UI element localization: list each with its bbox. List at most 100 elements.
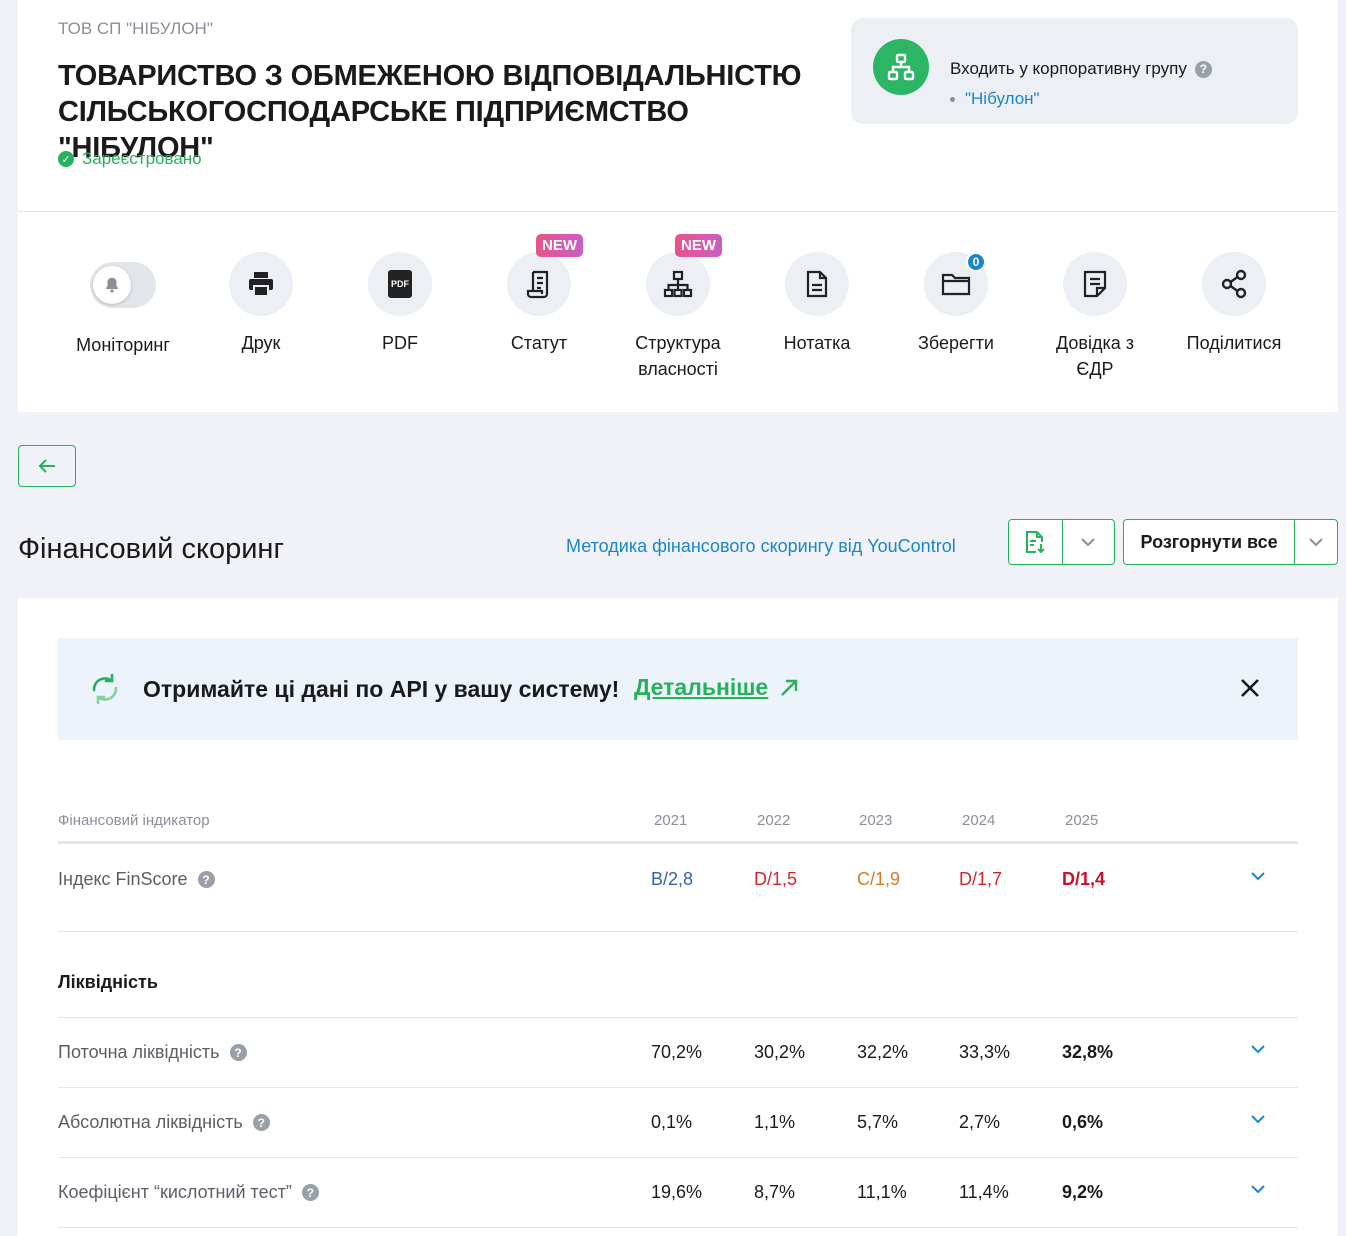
table-cell: 0,1% (651, 1112, 693, 1132)
chevron-down-icon[interactable] (1250, 1114, 1266, 1124)
help-icon[interactable]: ? (229, 1044, 247, 1061)
company-short-name: ТОВ СП "НІБУЛОН" (58, 19, 213, 38)
row-label: Індекс FinScore ? (58, 869, 215, 890)
expand-all-label: Розгорнути все (1140, 531, 1278, 552)
finscore-value: C/1,9 (857, 869, 901, 889)
expand-all-button[interactable]: Розгорнути все (1124, 520, 1294, 564)
sync-icon (88, 670, 122, 713)
financial-table: Фінансовий індикатор 2021 2022 2023 2024… (58, 810, 1298, 1228)
arrow-left-icon (38, 459, 55, 473)
action-label: Статут (510, 333, 568, 353)
edr-reference-action[interactable]: Довідка з ЄДР (1030, 252, 1160, 382)
close-button[interactable] (1238, 676, 1262, 705)
saved-count-badge: 0 (966, 252, 986, 272)
table-cell: 8,7% (754, 1182, 796, 1202)
corporate-group-item: "Нібулон" (950, 89, 1040, 109)
share-icon (1202, 252, 1266, 316)
table-cell: 11,1% (857, 1182, 907, 1202)
export-file-icon (1026, 531, 1045, 554)
action-label: PDF (382, 333, 418, 353)
table-cell: 11,4% (959, 1182, 1009, 1202)
table-row[interactable]: Абсолютна ліквідність ? 0,1% 1,1% 5,7% 2… (58, 1088, 1298, 1158)
action-label: Друк (241, 333, 281, 353)
table-cell: 9,2% (1062, 1182, 1104, 1202)
table-cell: 32,2% (857, 1042, 909, 1062)
methodology-link[interactable]: Методика фінансового скорингу від YouCon… (566, 536, 956, 557)
action-label: Моніторинг (76, 335, 170, 355)
monitoring-action[interactable]: Моніторинг (58, 252, 188, 358)
table-header: Фінансовий індикатор 2021 2022 2023 2024… (58, 810, 1298, 844)
note-action[interactable]: Нотатка (752, 252, 882, 356)
table-row-finscore[interactable]: Індекс FinScore ? B/2,8 D/1,5 C/1,9 D/1,… (58, 844, 1298, 932)
section-row-liquidity: Ліквідність (58, 932, 1298, 1018)
api-details-label: Детальніше (634, 674, 769, 700)
action-bar: Моніторинг Друк PDF PDF NEW Статут NEW С… (58, 234, 1299, 392)
ownership-structure-action[interactable]: NEW Структура власності (613, 234, 743, 382)
action-label: Структура власності (635, 333, 721, 379)
export-button[interactable] (1009, 520, 1062, 564)
bell-icon (93, 266, 131, 304)
table-row[interactable]: Поточна ліквідність ? 70,2% 30,2% 32,2% … (58, 1018, 1298, 1088)
page-title: Фінансовий скоринг (18, 533, 285, 565)
statute-action[interactable]: NEW Статут (474, 234, 604, 356)
help-icon[interactable]: ? (301, 1184, 319, 1201)
close-icon (1241, 679, 1259, 697)
table-cell: 5,7% (857, 1112, 899, 1132)
help-icon[interactable]: ? (197, 871, 215, 888)
row-label: Поточна ліквідність ? (58, 1042, 247, 1063)
table-row[interactable]: Коефіцієнт “кислотний тест” ? 19,6% 8,7%… (58, 1158, 1298, 1228)
api-banner-text: Отримайте ці дані по API у вашу систему! (143, 676, 620, 702)
monitoring-toggle[interactable] (90, 262, 156, 308)
scroll-icon: NEW (507, 234, 583, 316)
corporate-group-title: Входить у корпоративну групу ? (950, 59, 1212, 79)
action-label: Довідка з ЄДР (1055, 333, 1134, 379)
table-cell: 32,8% (1062, 1042, 1114, 1062)
scoring-card: Отримайте ці дані по API у вашу систему!… (18, 598, 1338, 1236)
corporate-group-link[interactable]: "Нібулон" (965, 89, 1040, 109)
back-button[interactable] (18, 445, 76, 487)
chevron-down-icon[interactable] (1250, 871, 1266, 881)
row-label: Абсолютна ліквідність ? (58, 1112, 270, 1133)
api-banner: Отримайте ці дані по API у вашу систему!… (58, 638, 1298, 740)
api-details-link[interactable]: Детальніше (634, 674, 800, 701)
export-button-group (1008, 519, 1115, 565)
printer-icon (229, 252, 293, 316)
export-dropdown-button[interactable] (1061, 520, 1115, 564)
finscore-value: D/1,7 (959, 869, 1003, 889)
new-badge: NEW (675, 234, 722, 257)
corporate-group-box: Входить у корпоративну групу ? "Нібулон" (851, 18, 1298, 124)
action-label: Поділитися (1186, 333, 1282, 353)
table-cell: 0,6% (1062, 1112, 1104, 1132)
help-icon[interactable]: ? (1194, 60, 1212, 78)
hierarchy-icon: NEW (646, 234, 722, 316)
section-label: Ліквідність (58, 972, 158, 992)
table-cell: 70,2% (651, 1042, 703, 1062)
finscore-value: B/2,8 (651, 869, 694, 889)
chevron-down-icon[interactable] (1250, 1044, 1266, 1054)
bullet-icon (950, 96, 955, 102)
print-action[interactable]: Друк (196, 252, 326, 356)
save-action[interactable]: 0 Зберегти (891, 252, 1021, 356)
action-label: Зберегти (918, 333, 994, 353)
chevron-down-icon (1309, 538, 1323, 547)
share-action[interactable]: Поділитися (1169, 252, 1299, 356)
pdf-icon: PDF (368, 252, 432, 316)
table-cell: 1,1% (754, 1112, 796, 1132)
column-header-year: 2021 (654, 812, 688, 829)
column-header-year: 2025 (1065, 812, 1099, 829)
arrow-up-right-icon (781, 679, 798, 696)
new-badge: NEW (536, 234, 583, 257)
expand-button-group: Розгорнути все (1123, 519, 1338, 565)
chevron-down-icon (1081, 538, 1095, 547)
finscore-value: D/1,4 (1062, 869, 1106, 889)
status-badge: ✓ Зареєстровано (58, 149, 202, 169)
status-label: Зареєстровано (82, 149, 202, 168)
org-structure-icon (873, 39, 929, 95)
note-icon (785, 252, 849, 316)
action-label: Нотатка (783, 333, 851, 353)
pdf-action[interactable]: PDF PDF (335, 252, 465, 356)
finscore-value: D/1,5 (754, 869, 798, 889)
chevron-down-icon[interactable] (1250, 1184, 1266, 1194)
expand-dropdown-button[interactable] (1294, 520, 1337, 564)
help-icon[interactable]: ? (252, 1114, 270, 1131)
